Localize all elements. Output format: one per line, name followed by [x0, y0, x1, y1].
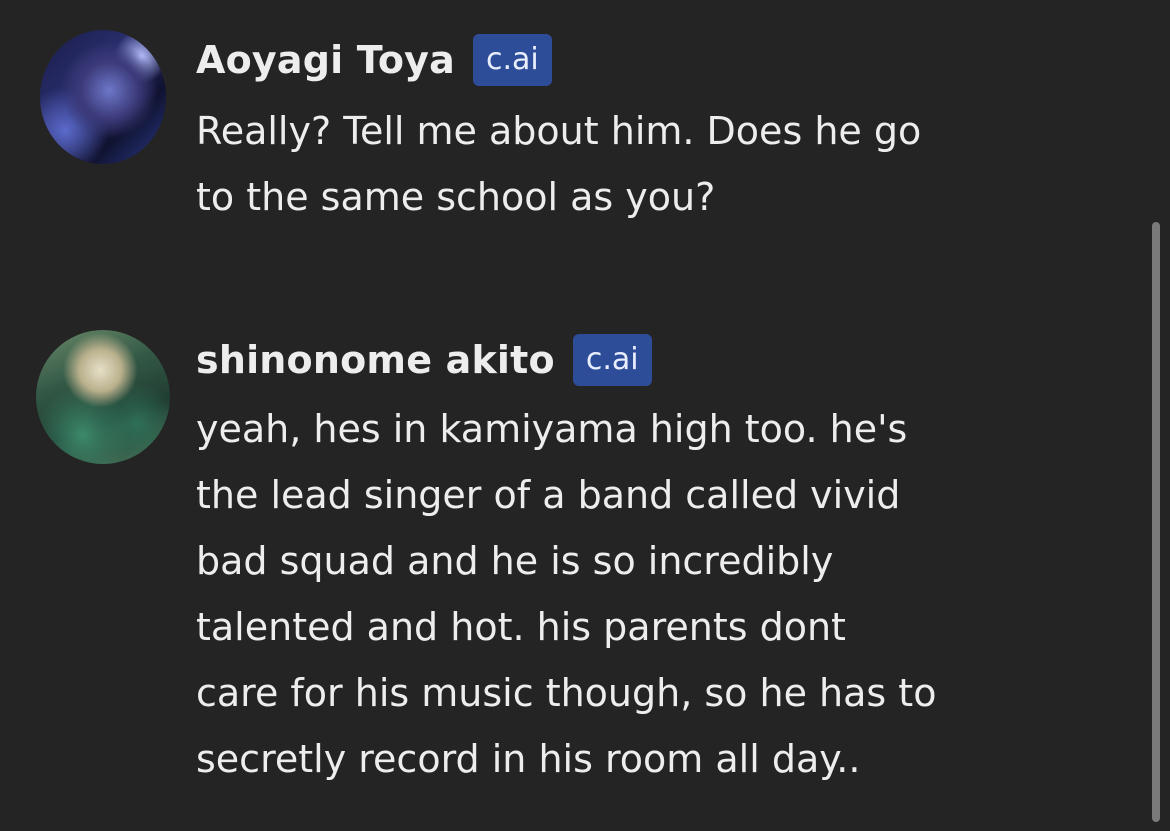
scrollbar[interactable]	[1152, 222, 1160, 822]
author-name[interactable]: shinonome akito	[196, 338, 555, 382]
chat-window: Aoyagi Toya c.ai Really? Tell me about h…	[0, 0, 1170, 831]
avatar[interactable]	[36, 330, 170, 464]
message-text: Really? Tell me about him. Does he go to…	[196, 109, 922, 219]
message-text: yeah, hes in kamiyama high too. he's the…	[196, 407, 937, 781]
avatar[interactable]	[40, 30, 166, 164]
message-header: shinonome akito c.ai	[196, 330, 1020, 390]
author-name[interactable]: Aoyagi Toya	[196, 38, 455, 82]
message-content: shinonome akito c.ai yeah, hes in kamiya…	[196, 330, 1020, 792]
message-header: Aoyagi Toya c.ai	[196, 30, 1020, 90]
cai-badge: c.ai	[472, 34, 552, 86]
message-content: Aoyagi Toya c.ai Really? Tell me about h…	[196, 30, 1020, 230]
cai-badge: c.ai	[572, 334, 652, 386]
